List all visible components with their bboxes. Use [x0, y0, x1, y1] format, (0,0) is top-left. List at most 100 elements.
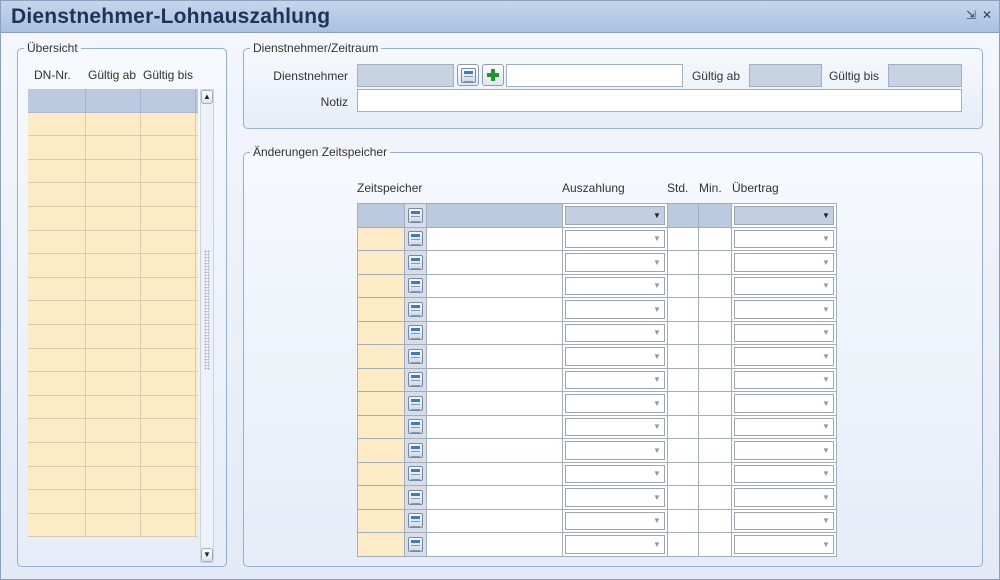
carryover-dropdown[interactable]: ▼ — [734, 276, 834, 295]
carryover-dropdown[interactable]: ▼ — [734, 300, 834, 319]
cell-dn-nr[interactable] — [28, 277, 86, 301]
minutes-cell[interactable] — [699, 533, 732, 556]
time-account-lookup-button[interactable] — [405, 533, 427, 556]
time-account-row[interactable]: ▼ ▼ — [358, 415, 837, 439]
time-account-lookup-button[interactable] — [405, 439, 427, 462]
carryover-cell[interactable]: ▼ — [732, 227, 837, 250]
cell-valid-from[interactable] — [86, 466, 141, 490]
cell-dn-nr[interactable] — [28, 324, 86, 348]
time-account-lookup-button[interactable] — [405, 486, 427, 509]
time-account-lookup-button[interactable] — [405, 274, 427, 297]
time-account-lookup-button[interactable] — [405, 415, 427, 438]
time-account-row[interactable]: ▼ ▼ — [358, 509, 837, 533]
overview-row[interactable] — [28, 277, 198, 302]
payout-dropdown[interactable]: ▼ — [565, 323, 665, 342]
hours-cell[interactable] — [668, 298, 699, 321]
carryover-cell[interactable]: ▼ — [732, 274, 837, 297]
minutes-cell[interactable] — [699, 462, 732, 485]
cell-valid-from[interactable] — [86, 136, 141, 159]
cell-valid-to[interactable] — [141, 442, 196, 466]
dropdown-arrow-icon[interactable]: ▼ — [819, 489, 833, 506]
payout-cell[interactable]: ▼ — [563, 368, 668, 391]
dropdown-arrow-icon[interactable]: ▼ — [819, 513, 833, 530]
cell-valid-from[interactable] — [86, 89, 141, 112]
carryover-cell[interactable]: ▼ — [732, 298, 837, 321]
cell-valid-to[interactable] — [141, 466, 196, 490]
minutes-cell[interactable] — [699, 345, 732, 368]
dropdown-arrow-icon[interactable]: ▼ — [650, 325, 664, 342]
minimize-icon[interactable]: ⇲ — [965, 9, 977, 21]
cell-valid-from[interactable] — [86, 112, 141, 136]
payout-dropdown[interactable]: ▼ — [565, 488, 665, 507]
cell-dn-nr[interactable] — [28, 301, 86, 324]
minutes-cell[interactable] — [699, 321, 732, 344]
carryover-cell[interactable]: ▼ — [732, 345, 837, 368]
employee-lookup-button[interactable] — [457, 64, 479, 86]
carryover-dropdown[interactable]: ▼ — [734, 441, 834, 460]
dropdown-arrow-icon[interactable]: ▼ — [819, 466, 833, 483]
time-account-code-cell[interactable] — [358, 392, 405, 415]
overview-row[interactable] — [28, 490, 198, 514]
cell-dn-nr[interactable] — [28, 89, 86, 112]
cell-dn-nr[interactable] — [28, 490, 86, 513]
time-account-code-cell[interactable] — [358, 368, 405, 391]
carryover-dropdown[interactable]: ▼ — [734, 511, 834, 530]
time-account-code-cell[interactable] — [358, 462, 405, 485]
cell-dn-nr[interactable] — [28, 254, 86, 277]
time-account-code-cell[interactable] — [358, 251, 405, 274]
carryover-cell[interactable]: ▼ — [732, 486, 837, 509]
time-account-lookup-button[interactable] — [405, 227, 427, 250]
payout-dropdown[interactable]: ▼ — [565, 441, 665, 460]
time-account-row[interactable]: ▼ ▼ — [358, 321, 837, 345]
dropdown-arrow-icon[interactable]: ▼ — [819, 442, 833, 459]
payout-dropdown[interactable]: ▼ — [565, 511, 665, 530]
dropdown-arrow-icon[interactable]: ▼ — [650, 231, 664, 248]
payout-dropdown[interactable]: ▼ — [565, 253, 665, 272]
dropdown-arrow-icon[interactable]: ▼ — [819, 301, 833, 318]
time-account-lookup-button[interactable] — [405, 204, 427, 227]
overview-row[interactable] — [28, 183, 198, 207]
hours-cell[interactable] — [668, 486, 699, 509]
overview-row[interactable] — [28, 254, 198, 278]
hours-cell[interactable] — [668, 321, 699, 344]
time-account-code-cell[interactable] — [358, 298, 405, 321]
dropdown-arrow-icon[interactable]: ▼ — [650, 489, 664, 506]
dropdown-arrow-icon[interactable]: ▼ — [819, 372, 833, 389]
cell-dn-nr[interactable] — [28, 159, 86, 183]
payout-dropdown[interactable]: ▼ — [565, 300, 665, 319]
payout-cell[interactable]: ▼ — [563, 486, 668, 509]
time-account-row[interactable]: ▼ ▼ — [358, 227, 837, 251]
cell-dn-nr[interactable] — [28, 112, 86, 136]
cell-dn-nr[interactable] — [28, 466, 86, 490]
cell-valid-to[interactable] — [141, 89, 196, 112]
valid-from-field[interactable] — [749, 64, 822, 87]
overview-row[interactable] — [28, 513, 198, 538]
hours-cell[interactable] — [668, 533, 699, 556]
minutes-cell[interactable] — [699, 486, 732, 509]
cell-valid-from[interactable] — [86, 301, 141, 324]
payout-cell[interactable]: ▼ — [563, 298, 668, 321]
time-account-lookup-button[interactable] — [405, 321, 427, 344]
cell-valid-from[interactable] — [86, 395, 141, 419]
carryover-dropdown[interactable]: ▼ — [734, 253, 834, 272]
carryover-dropdown[interactable]: ▼ — [734, 394, 834, 413]
minutes-cell[interactable] — [699, 368, 732, 391]
cell-valid-from[interactable] — [86, 442, 141, 466]
overview-row[interactable] — [28, 112, 198, 137]
cell-valid-to[interactable] — [141, 372, 196, 395]
cell-valid-to[interactable] — [141, 348, 196, 372]
minutes-cell[interactable] — [699, 298, 732, 321]
cell-valid-from[interactable] — [86, 348, 141, 372]
cell-valid-to[interactable] — [141, 112, 196, 136]
payout-cell[interactable]: ▼ — [563, 509, 668, 532]
overview-row[interactable] — [28, 136, 198, 160]
payout-cell[interactable]: ▼ — [563, 321, 668, 344]
payout-dropdown[interactable]: ▼ — [565, 417, 665, 436]
dropdown-arrow-icon[interactable]: ▼ — [650, 348, 664, 365]
payout-cell[interactable]: ▼ — [563, 227, 668, 250]
hours-cell[interactable] — [668, 462, 699, 485]
cell-valid-to[interactable] — [141, 419, 196, 442]
overview-row[interactable] — [28, 372, 198, 396]
minutes-cell[interactable] — [699, 415, 732, 438]
dropdown-arrow-icon[interactable]: ▼ — [819, 231, 833, 248]
